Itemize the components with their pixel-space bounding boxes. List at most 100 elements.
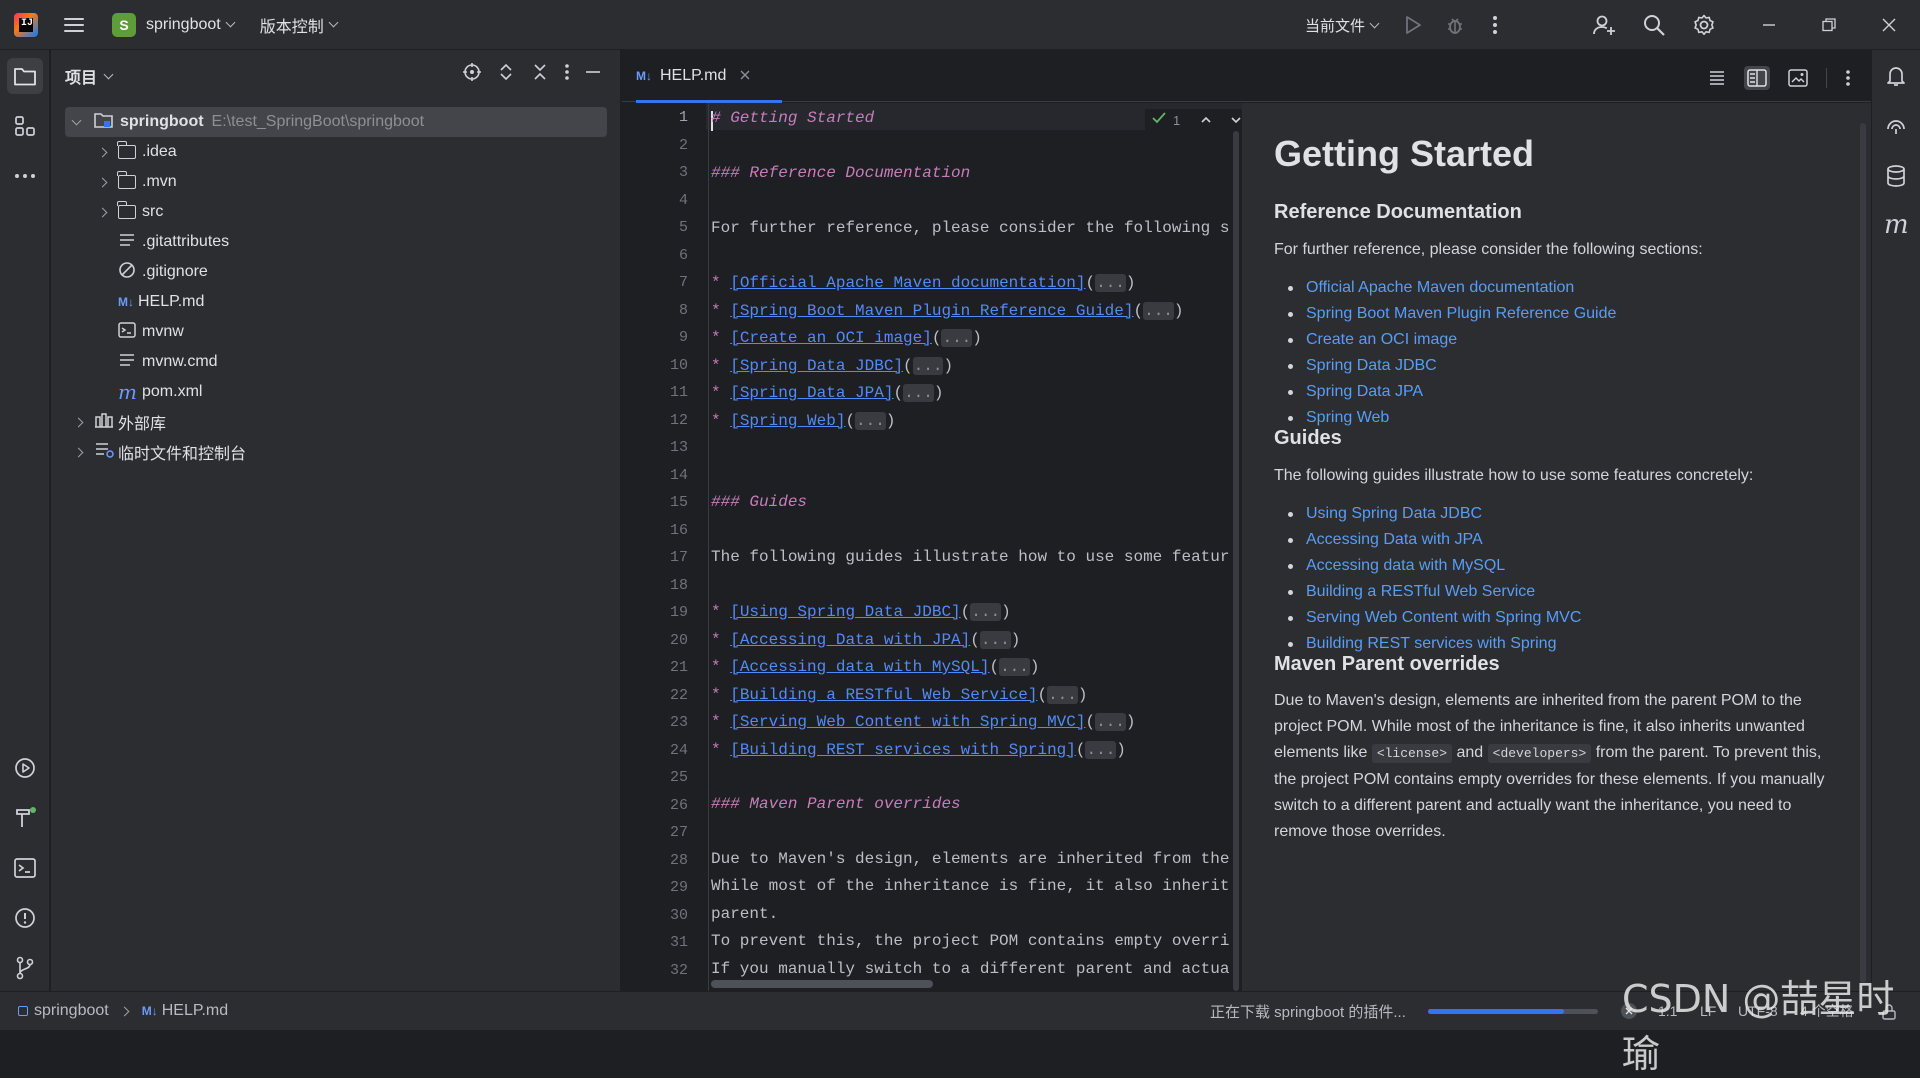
editor-options-icon[interactable]	[1845, 69, 1851, 87]
breadcrumb-project[interactable]: springboot	[34, 1002, 109, 1020]
close-window-icon[interactable]	[1882, 18, 1896, 32]
preview-link[interactable]: Spring Data JDBC	[1274, 353, 1834, 379]
terminal-tool-button[interactable]	[7, 850, 43, 886]
folded-url[interactable]: ...	[1047, 685, 1078, 704]
more-tools-button[interactable]	[7, 158, 43, 194]
collapse-all-icon[interactable]	[530, 62, 550, 82]
tree-item-pom-xml[interactable]: m pom.xml	[65, 377, 607, 407]
source-link-text[interactable]: [Spring Data JPA]	[730, 384, 893, 402]
folder-icon	[14, 68, 36, 86]
run-icon[interactable]	[1404, 15, 1422, 35]
source-link-text[interactable]: [Accessing data with MySQL]	[730, 658, 989, 676]
folded-url[interactable]: ...	[1085, 740, 1117, 759]
background-task-text[interactable]: 正在下载 springboot 的插件...	[1210, 1001, 1406, 1022]
tree-item-mvn[interactable]: .mvn	[65, 167, 607, 197]
source-link-text[interactable]: [Official Apache Maven documentation]	[730, 274, 1085, 292]
chevron-down-icon[interactable]	[1230, 112, 1242, 130]
background-task-progress[interactable]	[1428, 1009, 1598, 1014]
folded-url[interactable]: ...	[979, 630, 1011, 649]
tree-item-label: .gitignore	[142, 263, 208, 280]
settings-gear-icon[interactable]	[1692, 13, 1716, 37]
preview-link[interactable]: Official Apache Maven documentation	[1274, 275, 1834, 301]
hide-panel-icon[interactable]	[584, 62, 602, 82]
database-icon[interactable]	[1884, 164, 1908, 193]
source-link-text[interactable]: [Using Spring Data JDBC]	[730, 603, 960, 621]
project-panel-title: 项目	[65, 70, 98, 87]
source-link-text[interactable]: [Accessing Data with JPA]	[730, 631, 970, 649]
tree-item-mvnw[interactable]: mvnw	[65, 317, 607, 347]
breadcrumb-file[interactable]: HELP.md	[162, 1002, 228, 1020]
chevron-up-icon[interactable]	[1200, 112, 1212, 130]
panel-options-icon[interactable]	[564, 62, 570, 82]
restore-icon[interactable]	[1822, 18, 1836, 32]
preview-link[interactable]: Accessing data with MySQL	[1274, 553, 1834, 579]
preview-link[interactable]: Serving Web Content with Spring MVC	[1274, 605, 1834, 631]
services-tool-button[interactable]	[7, 750, 43, 786]
folded-url[interactable]: ...	[903, 384, 934, 402]
source-link-text[interactable]: [Create an OCI image]	[730, 329, 932, 347]
tree-item-gitignore[interactable]: .gitignore	[65, 257, 607, 287]
folded-url[interactable]: ...	[855, 411, 886, 430]
tree-item-gitattributes[interactable]: .gitattributes	[65, 227, 607, 257]
line-number: 31	[669, 934, 688, 951]
tree-item-help-md[interactable]: M↓ HELP.md	[65, 287, 607, 317]
vertical-scrollbar[interactable]	[1233, 131, 1239, 991]
maven-tool-icon[interactable]: m	[1884, 210, 1909, 240]
preview-only-icon[interactable]	[1788, 69, 1808, 87]
preview-scrollbar[interactable]	[1860, 123, 1866, 983]
locate-file-icon[interactable]	[462, 62, 482, 82]
folded-url[interactable]: ...	[912, 356, 944, 375]
source-link-text[interactable]: [Spring Data JDBC]	[730, 357, 903, 375]
folded-url[interactable]: ...	[1095, 713, 1126, 731]
split-editor-preview-icon[interactable]	[1744, 66, 1770, 90]
tree-item-idea[interactable]: .idea	[65, 137, 607, 167]
folded-url[interactable]: ...	[970, 603, 1002, 621]
project-badge[interactable]: S	[112, 12, 136, 37]
preview-link[interactable]: Accessing Data with JPA	[1274, 527, 1834, 553]
source-link-text[interactable]: [Serving Web Content with Spring MVC]	[730, 713, 1085, 731]
notifications-bell-icon[interactable]	[1884, 64, 1908, 93]
tree-item-src[interactable]: src	[65, 197, 607, 227]
build-tool-button[interactable]	[7, 800, 43, 836]
project-tool-button[interactable]	[7, 58, 43, 94]
editor-only-icon[interactable]	[1708, 69, 1726, 87]
structure-tool-button[interactable]	[7, 108, 43, 144]
intellij-logo-icon[interactable]: IJ	[14, 12, 38, 37]
tab-help-md[interactable]: M↓ HELP.md	[636, 50, 782, 103]
tree-root-springboot[interactable]: springboot E:\test_SpringBoot\springboot	[65, 107, 607, 137]
vcs-menu[interactable]: 版本控制	[260, 13, 339, 37]
more-actions-icon[interactable]	[1492, 15, 1498, 35]
close-tab-icon[interactable]	[740, 67, 750, 85]
preview-link[interactable]: Spring Boot Maven Plugin Reference Guide	[1274, 301, 1834, 327]
git-tool-button[interactable]	[7, 950, 43, 986]
source-link-text[interactable]: [Building a RESTful Web Service]	[730, 686, 1037, 704]
add-user-icon[interactable]	[1592, 13, 1616, 37]
source-link-text[interactable]: [Building REST services with Spring]	[730, 741, 1076, 759]
folded-url[interactable]: ...	[1143, 301, 1174, 320]
project-switcher[interactable]: springboot	[146, 16, 236, 34]
preview-link[interactable]: Using Spring Data JDBC	[1274, 501, 1834, 527]
horizontal-scrollbar[interactable]	[711, 980, 933, 988]
expand-all-icon[interactable]	[496, 62, 516, 82]
preview-link[interactable]: Building a RESTful Web Service	[1274, 579, 1834, 605]
minimize-icon[interactable]	[1762, 18, 1776, 32]
folded-url[interactable]: ...	[941, 329, 973, 347]
inspection-widget[interactable]: 1	[1145, 109, 1242, 132]
source-link-text[interactable]: [Spring Web]	[730, 412, 845, 430]
tree-item-mvnw-cmd[interactable]: mvnw.cmd	[65, 347, 607, 377]
code-line-14: ### Guides	[711, 493, 808, 511]
search-icon[interactable]	[1642, 13, 1666, 37]
debug-icon[interactable]	[1444, 14, 1466, 36]
preview-link[interactable]: Spring Data JPA	[1274, 379, 1834, 405]
preview-link[interactable]: Create an OCI image	[1274, 327, 1834, 353]
tree-item-external-libraries[interactable]: 外部库	[65, 407, 607, 437]
folded-url[interactable]: ...	[999, 658, 1030, 676]
tree-item-scratches[interactable]: 临时文件和控制台	[65, 437, 607, 467]
markdown-source-editor[interactable]: # Getting Started ### Reference Document…	[708, 103, 1242, 991]
folded-url[interactable]: ...	[1095, 274, 1126, 292]
run-config-select[interactable]: 当前文件	[1305, 15, 1380, 36]
source-link-text[interactable]: [Spring Boot Maven Plugin Reference Guid…	[730, 302, 1133, 320]
problems-tool-button[interactable]	[7, 900, 43, 936]
main-menu-icon[interactable]	[64, 17, 84, 32]
ai-assistant-icon[interactable]	[1884, 114, 1908, 143]
